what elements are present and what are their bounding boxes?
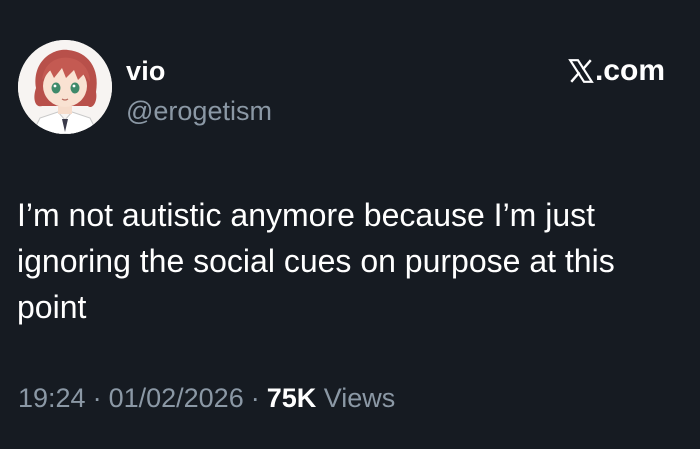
views-label: Views — [323, 383, 396, 413]
tweet-text: I’m not autistic anymore because I’m jus… — [17, 197, 615, 325]
tweet-date[interactable]: 01/02/2026 — [109, 383, 244, 413]
meta-separator: · — [92, 383, 102, 413]
tweet-card: vio @erogetism .com I’m not autistic any… — [0, 0, 700, 449]
brand-label: .com — [568, 56, 665, 86]
meta-separator: · — [250, 383, 260, 413]
x-logo-icon — [568, 58, 594, 84]
display-name[interactable]: vio — [126, 56, 166, 86]
tweet-time[interactable]: 19:24 — [18, 383, 86, 413]
anime-character-avatar-icon — [18, 40, 112, 134]
views-count[interactable]: 75K — [267, 383, 317, 413]
avatar[interactable] — [18, 40, 112, 134]
brand-domain-text: .com — [594, 54, 665, 87]
user-handle[interactable]: @erogetism — [126, 96, 272, 126]
tweet-meta: 19:24 · 01/02/2026 · 75K Views — [18, 381, 395, 415]
